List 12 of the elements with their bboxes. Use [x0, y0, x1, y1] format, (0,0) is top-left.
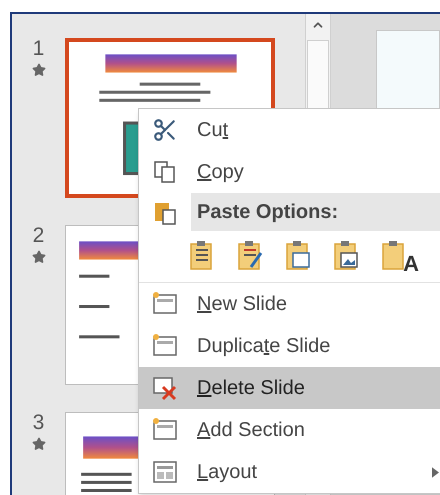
- menu-item-label: Layout: [197, 461, 258, 483]
- slide-number: 1: [32, 38, 44, 59]
- menu-item-label: Cut: [197, 119, 228, 141]
- menu-item-label: New Slide: [197, 293, 288, 315]
- menu-item-label: Paste Options:: [197, 201, 338, 223]
- menu-item-label: Delete Slide: [197, 377, 305, 399]
- slide-number: 2: [32, 225, 44, 246]
- menu-item-label: Copy: [197, 161, 244, 183]
- slide-number: 3: [32, 412, 44, 433]
- menu-item-label: Duplicate Slide: [197, 335, 330, 357]
- text-only-glyph: A: [403, 252, 419, 274]
- menu-item-label: Add Section: [197, 419, 305, 441]
